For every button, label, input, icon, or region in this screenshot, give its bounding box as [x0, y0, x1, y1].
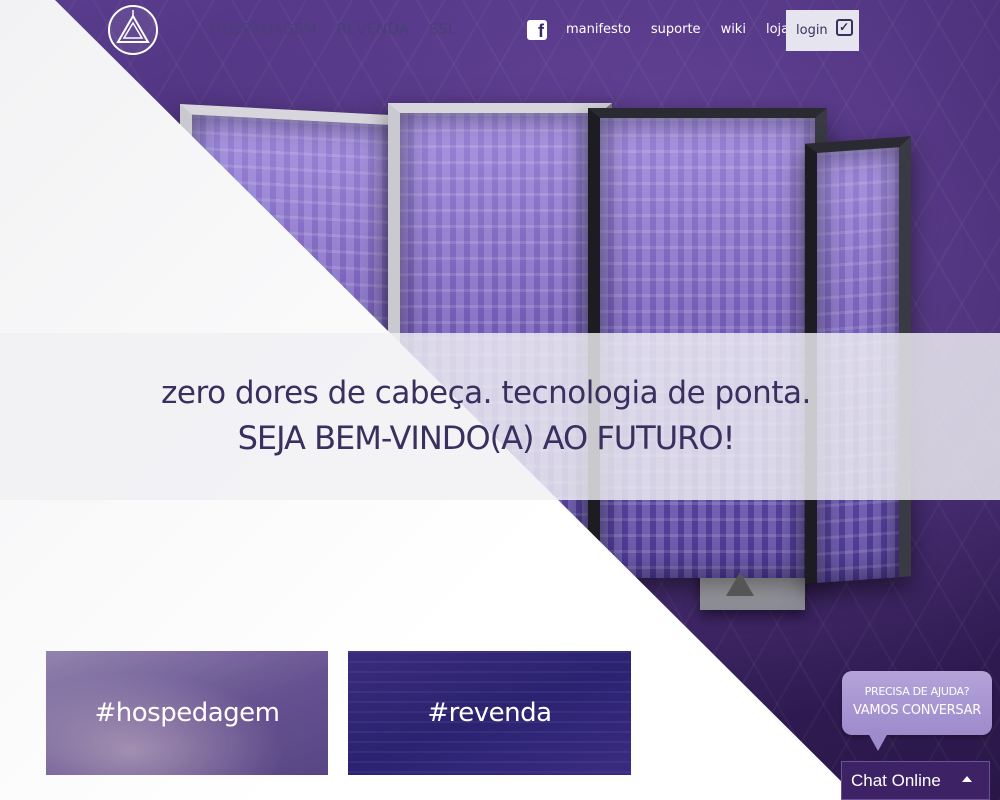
facebook-icon[interactable]: f — [527, 20, 547, 41]
hospedagem-tile-label: #hospedagem — [94, 698, 280, 728]
nav-item-manifesto[interactable]: manifesto — [566, 22, 631, 37]
rack-logo-icon — [726, 572, 754, 596]
triangle-logo-icon[interactable] — [108, 5, 158, 55]
login-label: login — [796, 23, 828, 38]
hospedagem-tile[interactable]: #hospedagem — [46, 651, 328, 775]
nav-item-suporte[interactable]: suporte — [651, 22, 701, 37]
help-bubble-line1: PRECISA DE AJUDA? — [864, 685, 970, 698]
nav-item-hospedagem[interactable]: HOSPEDAGEM — [210, 20, 316, 38]
secondary-nav: manifesto suporte wiki loja — [566, 22, 789, 37]
nav-item-revenda[interactable]: REVENDA — [336, 20, 408, 38]
hero-tagline: zero dores de cabeça. tecnologia de pont… — [161, 375, 811, 411]
chevron-up-icon — [962, 776, 972, 782]
check-square-icon: ✓ — [835, 19, 853, 36]
help-bubble-line2: VAMOS CONVERSAR — [853, 703, 981, 718]
nav-item-wiki[interactable]: wiki — [721, 22, 746, 37]
login-button[interactable]: login ✓ — [786, 10, 859, 51]
chat-online-label: Chat Online — [851, 770, 941, 790]
main-nav: HOSPEDAGEM REVENDA SSL — [210, 20, 456, 38]
revenda-tile[interactable]: #revenda — [348, 651, 631, 775]
help-chat-bubble[interactable]: PRECISA DE AJUDA? VAMOS CONVERSAR — [842, 671, 992, 751]
hero-welcome-heading: SEJA BEM-VINDO(A) AO FUTURO! — [237, 419, 736, 457]
chat-online-bar[interactable]: Chat Online — [841, 761, 990, 800]
nav-item-ssl[interactable]: SSL — [429, 20, 456, 38]
hero-text-band: zero dores de cabeça. tecnologia de pont… — [0, 333, 1000, 500]
revenda-tile-label: #revenda — [427, 698, 552, 728]
